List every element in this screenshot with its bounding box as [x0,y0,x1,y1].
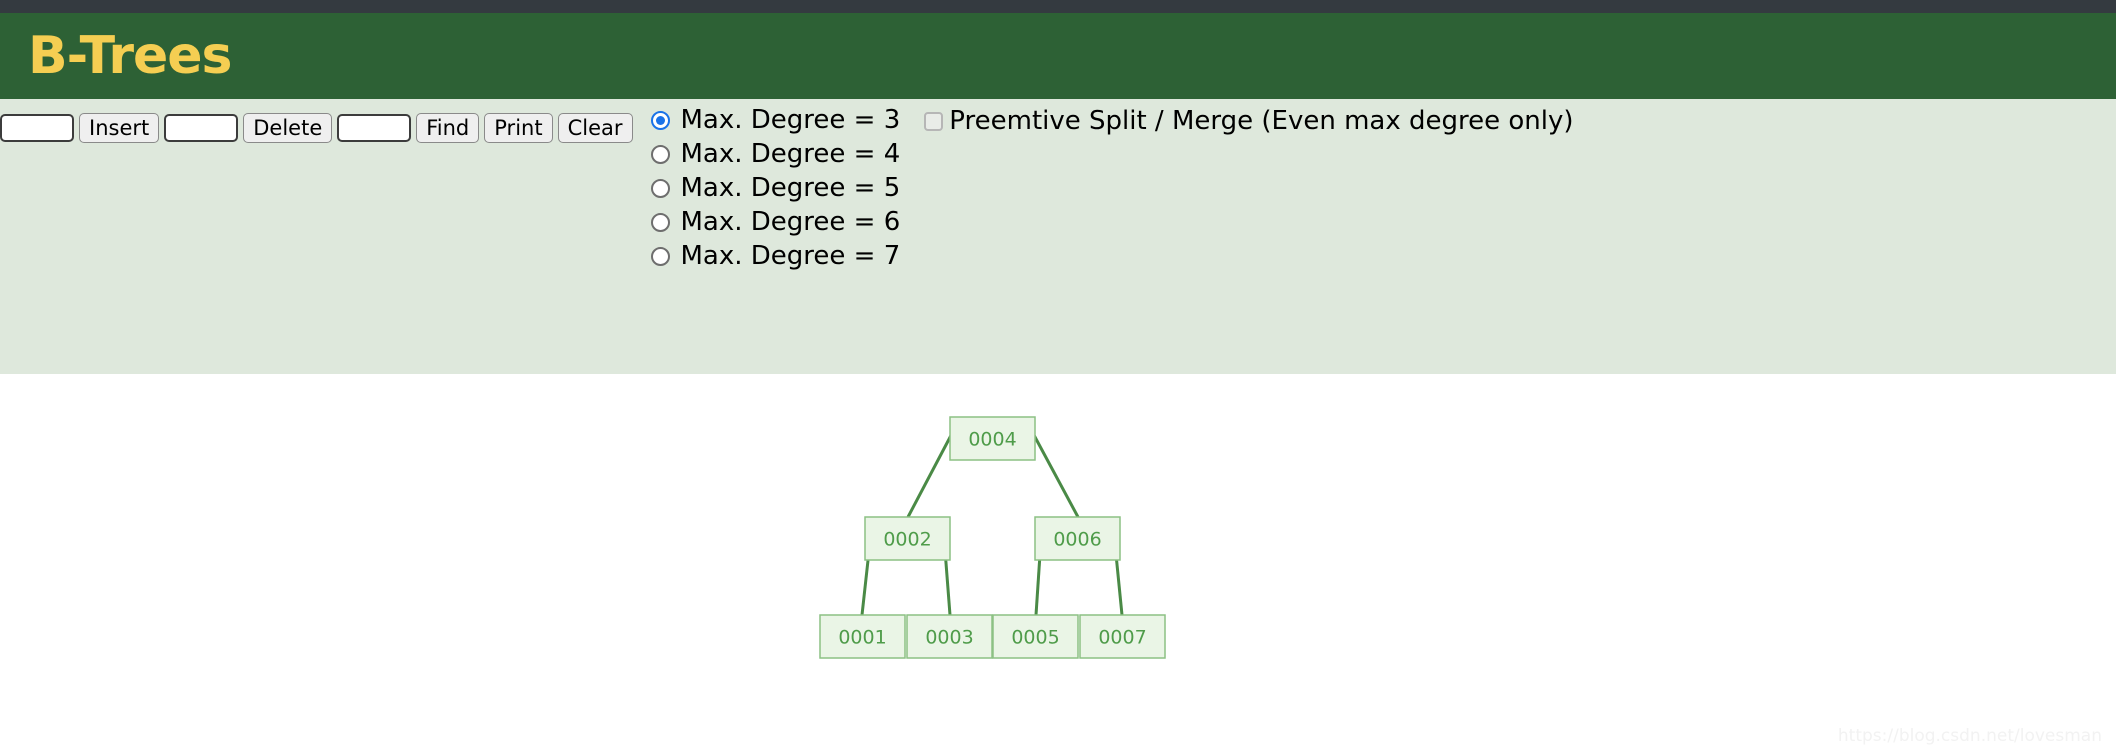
tree-node-inner-right[interactable]: 0006 [1034,516,1121,561]
radio-option-degree-6[interactable]: Max. Degree = 6 [650,207,901,237]
radio-icon-degree-3[interactable] [650,110,670,130]
radio-option-degree-4[interactable]: Max. Degree = 4 [650,139,901,169]
tree-node-label: 0005 [1011,627,1059,649]
page-header: B-Trees [0,13,2116,99]
radio-label-degree-3: Max. Degree = 3 [680,105,901,135]
controls-row: Insert Delete Find Print Clear Max. Degr… [0,105,2116,271]
tree-node-label: 0006 [1053,529,1101,551]
radio-label-degree-4: Max. Degree = 4 [680,139,901,169]
tree-node-label: 0007 [1098,627,1146,649]
tree-node-label: 0002 [883,529,931,551]
clear-button[interactable]: Clear [557,113,633,143]
options-area: Max. Degree = 3 Max. Degree = 4 Max. Deg… [650,105,1574,271]
delete-button[interactable]: Delete [243,113,333,143]
radio-label-degree-7: Max. Degree = 7 [680,241,901,271]
browser-top-bar [0,0,2116,13]
insert-button[interactable]: Insert [79,113,160,143]
radio-label-degree-5: Max. Degree = 5 [680,173,901,203]
tree-node-label: 0001 [838,627,886,649]
find-input[interactable] [337,114,412,142]
tree-node-leaf-3[interactable]: 0005 [992,614,1079,659]
radio-icon-degree-4[interactable] [650,144,670,164]
delete-input[interactable] [164,114,239,142]
radio-icon-degree-7[interactable] [650,246,670,266]
tree-node-label: 0004 [968,429,1016,451]
radio-icon-degree-5[interactable] [650,178,670,198]
radio-option-degree-5[interactable]: Max. Degree = 5 [650,173,901,203]
tree-node-layer: 0004 0002 0006 0001 0003 0005 0007 [819,416,1166,659]
radio-icon-degree-6[interactable] [650,212,670,232]
preemptive-label: Preemtive Split / Merge (Even max degree… [949,106,1574,136]
tree-node-label: 0003 [925,627,973,649]
tree-node-leaf-4[interactable]: 0007 [1079,614,1166,659]
checkbox-icon-preemptive[interactable] [924,111,944,131]
max-degree-radio-group: Max. Degree = 3 Max. Degree = 4 Max. Deg… [650,105,901,271]
radio-option-degree-3[interactable]: Max. Degree = 3 [650,105,901,135]
find-button[interactable]: Find [416,113,480,143]
watermark-text: https://blog.csdn.net/lovesman [1837,726,2102,746]
preemptive-split-merge-option[interactable]: Preemtive Split / Merge (Even max degree… [924,106,1574,136]
btree-diagram: 0004 0002 0006 0001 0003 0005 0007 [819,416,1166,659]
tree-node-leaf-1[interactable]: 0001 [819,614,906,659]
radio-label-degree-6: Max. Degree = 6 [680,207,901,237]
radio-option-degree-7[interactable]: Max. Degree = 7 [650,241,901,271]
tree-canvas: 0004 0002 0006 0001 0003 0005 0007 https://blo… [0,374,2116,754]
tree-node-inner-left[interactable]: 0002 [864,516,951,561]
print-button[interactable]: Print [484,113,553,143]
tree-node-root[interactable]: 0004 [949,416,1036,461]
tree-node-leaf-2[interactable]: 0003 [906,614,993,659]
command-button-group: Insert Delete Find Print Clear [0,109,633,143]
insert-input[interactable] [0,114,74,142]
control-panel: Insert Delete Find Print Clear Max. Degr… [0,99,2116,374]
page-title: B-Trees [28,26,232,86]
